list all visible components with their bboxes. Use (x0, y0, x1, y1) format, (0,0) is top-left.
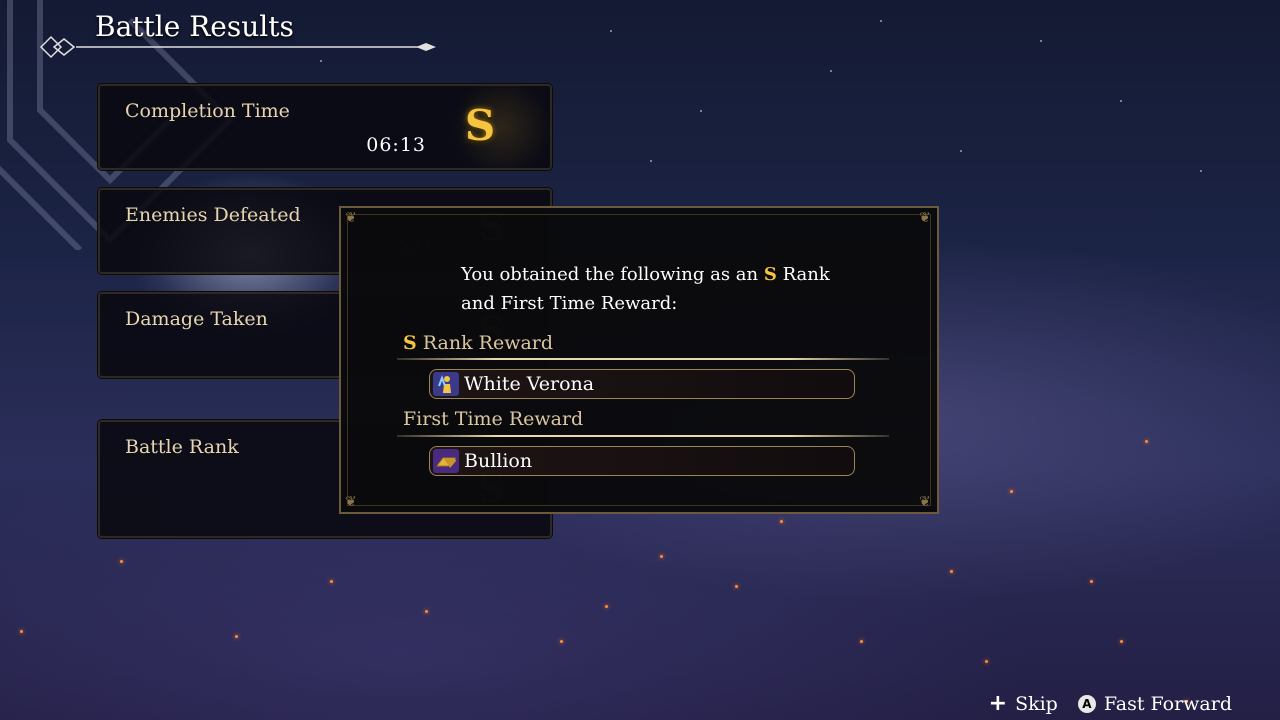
gold-bar-icon (433, 449, 459, 473)
completion-time-value: 06:13 (366, 134, 426, 156)
ornament-icon: ❦ (919, 210, 931, 226)
ornament-icon: ❦ (919, 494, 931, 510)
ornament-icon: ❦ (345, 494, 357, 510)
plus-button-icon[interactable]: + (989, 691, 1007, 716)
completion-time-panel: Completion Time 06:13 S (98, 84, 552, 170)
damage-taken-label: Damage Taken (125, 308, 268, 330)
completion-time-label: Completion Time (125, 100, 290, 122)
rank-reward-heading: S Rank Reward (403, 332, 554, 354)
rank-reward-item-label: White Verona (464, 373, 595, 395)
a-button-icon[interactable]: A (1077, 694, 1096, 713)
enemies-defeated-label: Enemies Defeated (125, 204, 301, 226)
divider (397, 435, 889, 437)
first-time-reward-heading: First Time Reward (403, 408, 584, 430)
fast-forward-label[interactable]: Fast Forward (1104, 693, 1232, 715)
ornament-icon: ❦ (345, 210, 357, 226)
battle-rank-label: Battle Rank (125, 436, 239, 458)
first-time-reward-item-label: Bullion (464, 450, 533, 472)
title-underline (39, 35, 436, 59)
first-time-reward-item[interactable]: Bullion (429, 446, 855, 476)
s-rank-icon: S (403, 332, 417, 354)
reward-dialog[interactable]: ❦ ❦ ❦ ❦ You obtained the following as an… (339, 206, 939, 514)
skip-label[interactable]: Skip (1015, 693, 1058, 715)
button-hints: + Skip A Fast Forward (989, 691, 1232, 716)
person-unit-icon (433, 372, 459, 396)
divider (397, 358, 889, 360)
s-rank-icon: S (763, 264, 777, 285)
reward-message: You obtained the following as an S Rank … (461, 264, 830, 314)
completion-rank-badge: S (464, 101, 496, 150)
rank-reward-item[interactable]: White Verona (429, 369, 855, 399)
